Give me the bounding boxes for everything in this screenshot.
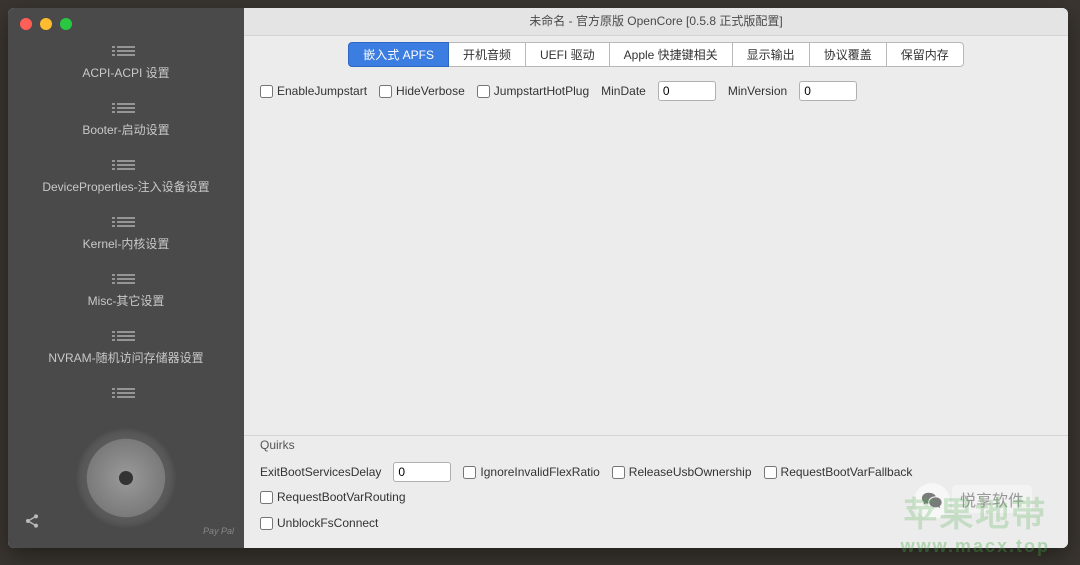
unblock-fsconnect-checkbox[interactable]	[260, 517, 273, 530]
min-version-input[interactable]	[799, 81, 857, 101]
request-bootvar-fallback-text: RequestBootVarFallback	[781, 465, 913, 479]
tabbar: 嵌入式 APFS 开机音频 UEFI 驱动 Apple 快捷键相关 显示输出 协…	[244, 36, 1068, 75]
sidebar-item-nvram[interactable]: NVRAM-随机访问存储器设置	[8, 321, 244, 378]
ignore-invalid-flexratio-text: IgnoreInvalidFlexRatio	[480, 465, 599, 479]
hide-verbose-text: HideVerbose	[396, 84, 465, 98]
jumpstart-hotplug-checkbox[interactable]	[477, 85, 490, 98]
content-spacer	[244, 107, 1068, 435]
request-bootvar-routing-checkbox[interactable]	[260, 491, 273, 504]
hide-verbose-label[interactable]: HideVerbose	[379, 84, 465, 98]
sidebar-item-booter[interactable]: Booter-启动设置	[8, 93, 244, 150]
app-window: ACPI-ACPI 设置 Booter-启动设置 DevicePropertie…	[8, 8, 1068, 548]
list-icon	[117, 388, 135, 402]
release-usb-ownership-checkbox[interactable]	[612, 466, 625, 479]
request-bootvar-fallback-checkbox[interactable]	[764, 466, 777, 479]
list-icon	[117, 160, 135, 174]
sidebar-item-deviceproperties[interactable]: DeviceProperties-注入设备设置	[8, 150, 244, 207]
window-title: 未命名 - 官方原版 OpenCore [0.5.8 正式版配置]	[244, 8, 1068, 36]
share-icon[interactable]	[24, 513, 40, 534]
list-icon	[117, 217, 135, 231]
jumpstart-hotplug-text: JumpstartHotPlug	[494, 84, 589, 98]
list-icon	[117, 274, 135, 288]
enable-jumpstart-checkbox[interactable]	[260, 85, 273, 98]
tab-apfs[interactable]: 嵌入式 APFS	[348, 42, 449, 67]
tab-uefi-drivers[interactable]: UEFI 驱动	[526, 42, 610, 67]
sidebar-footer: Pay Pal	[8, 408, 244, 548]
min-date-input[interactable]	[658, 81, 716, 101]
close-button[interactable]	[20, 18, 32, 30]
sidebar-item-label: NVRAM-随机访问存储器设置	[48, 351, 203, 365]
ignore-invalid-flexratio-checkbox[interactable]	[463, 466, 476, 479]
unblock-fsconnect-label[interactable]: UnblockFsConnect	[260, 516, 378, 530]
request-bootvar-fallback-label[interactable]: RequestBootVarFallback	[764, 465, 913, 479]
quirks-title: Quirks	[244, 435, 1068, 456]
content-area: 未命名 - 官方原版 OpenCore [0.5.8 正式版配置] 嵌入式 AP…	[244, 8, 1068, 548]
min-version-label: MinVersion	[728, 84, 787, 98]
sidebar-item-label: Booter-启动设置	[82, 123, 169, 137]
release-usb-ownership-label[interactable]: ReleaseUsbOwnership	[612, 465, 752, 479]
request-bootvar-routing-label[interactable]: RequestBootVarRouting	[260, 490, 406, 504]
tab-output[interactable]: 显示输出	[733, 42, 810, 67]
sidebar-item-label: Kernel-内核设置	[83, 237, 170, 251]
hide-verbose-checkbox[interactable]	[379, 85, 392, 98]
list-icon	[117, 103, 135, 117]
jumpstart-hotplug-label[interactable]: JumpstartHotPlug	[477, 84, 589, 98]
tab-apple-hotkeys[interactable]: Apple 快捷键相关	[610, 42, 733, 67]
wechat-icon	[914, 483, 950, 519]
list-icon	[117, 331, 135, 345]
exit-boot-delay-input[interactable]	[393, 462, 451, 482]
dial-decoration	[76, 428, 176, 528]
sidebar-item-platforminfo[interactable]: PlatformInfo-机型平台设置	[8, 378, 244, 408]
maximize-button[interactable]	[60, 18, 72, 30]
minimize-button[interactable]	[40, 18, 52, 30]
sidebar-item-label: DeviceProperties-注入设备设置	[42, 180, 209, 194]
sidebar-item-acpi[interactable]: ACPI-ACPI 设置	[8, 36, 244, 93]
min-date-label: MinDate	[601, 84, 646, 98]
sidebar-item-kernel[interactable]: Kernel-内核设置	[8, 207, 244, 264]
unblock-fsconnect-text: UnblockFsConnect	[277, 516, 378, 530]
enable-jumpstart-text: EnableJumpstart	[277, 84, 367, 98]
tab-audio[interactable]: 开机音频	[449, 42, 526, 67]
sidebar-item-misc[interactable]: Misc-其它设置	[8, 264, 244, 321]
sidebar-items: ACPI-ACPI 设置 Booter-启动设置 DevicePropertie…	[8, 36, 244, 408]
release-usb-ownership-text: ReleaseUsbOwnership	[629, 465, 752, 479]
tab-reserved-memory[interactable]: 保留内存	[887, 42, 964, 67]
paypal-label[interactable]: Pay Pal	[203, 526, 234, 536]
sidebar-item-label: Misc-其它设置	[88, 294, 165, 308]
exit-boot-delay-label: ExitBootServicesDelay	[260, 465, 381, 479]
request-bootvar-routing-text: RequestBootVarRouting	[277, 490, 406, 504]
enable-jumpstart-label[interactable]: EnableJumpstart	[260, 84, 367, 98]
tab-protocol-override[interactable]: 协议覆盖	[810, 42, 887, 67]
wechat-label: 悦享软件	[952, 485, 1032, 513]
ignore-invalid-flexratio-label[interactable]: IgnoreInvalidFlexRatio	[463, 465, 599, 479]
window-controls	[8, 8, 244, 36]
list-icon	[117, 46, 135, 60]
apfs-options-row: EnableJumpstart HideVerbose JumpstartHot…	[244, 75, 1068, 107]
sidebar: ACPI-ACPI 设置 Booter-启动设置 DevicePropertie…	[8, 8, 244, 548]
sidebar-item-label: ACPI-ACPI 设置	[82, 66, 169, 80]
